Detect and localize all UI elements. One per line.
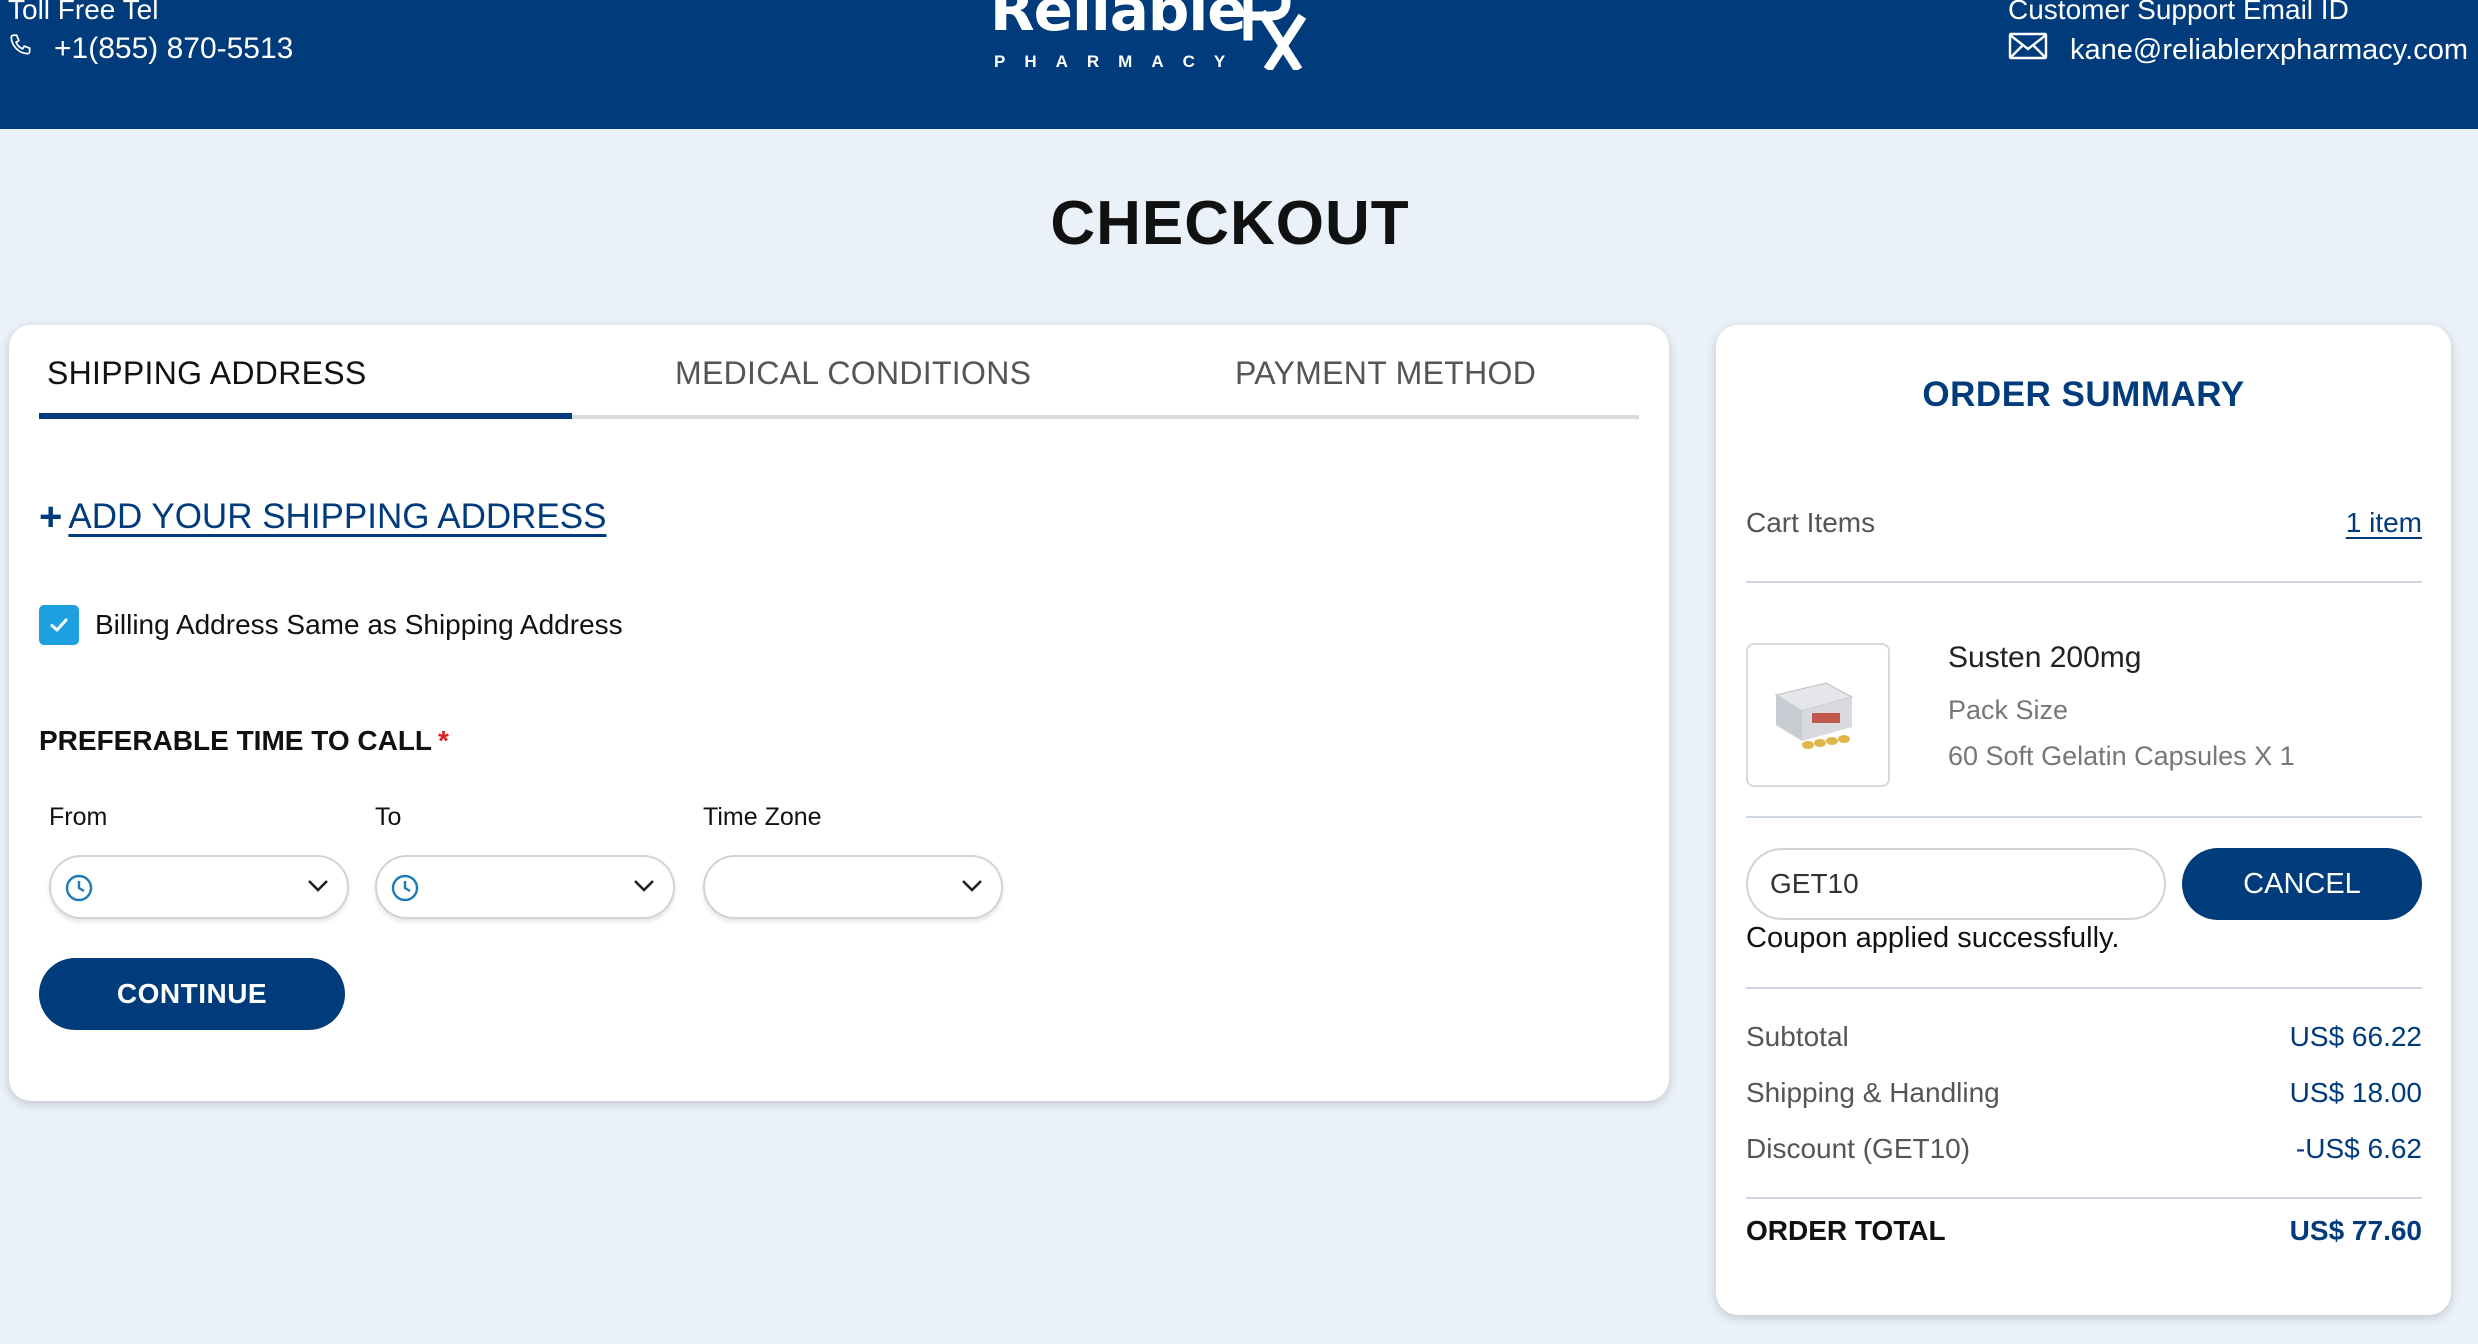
preferable-time-heading: PREFERABLE TIME TO CALL * [39,725,449,757]
discount-value: -US$ 6.62 [2295,1133,2422,1164]
time-zone-label: Time Zone [703,803,822,831]
page-title: CHECKOUT [1050,189,1410,258]
to-label: To [375,803,402,831]
coupon-input[interactable] [1746,848,2166,920]
preferable-time-label: PREFERABLE TIME TO CALL [39,725,433,756]
chevron-down-icon [962,880,982,892]
logo-wordmark: Reliable [990,0,1247,44]
add-shipping-address-link[interactable]: + ADD YOUR SHIPPING ADDRESS [39,497,606,537]
cart-items-row: Cart Items 1 item [1746,507,2422,539]
continue-button[interactable]: CONTINUE [39,958,345,1030]
top-bar: Toll Free Tel +1(855) 870-5513 Reliable … [0,0,2478,129]
chevron-down-icon [634,880,654,892]
time-zone-select[interactable] [703,855,1003,919]
tab-medical-conditions[interactable]: MEDICAL CONDITIONS [675,355,1031,392]
tab-payment-method[interactable]: PAYMENT METHOD [1235,355,1536,392]
divider [1746,1197,2422,1199]
pack-size-value: 60 Soft Gelatin Capsules X 1 [1948,741,2295,771]
clock-icon [391,874,419,902]
required-mark: * [438,725,449,756]
shipping-handling-value: US$ 18.00 [2289,1077,2422,1108]
subtotal-label: Subtotal [1746,1021,1849,1052]
coupon-success-message: Coupon applied successfully. [1746,922,2120,954]
check-icon [50,618,68,632]
order-total-label: ORDER TOTAL [1746,1215,1946,1246]
active-tab-indicator [39,413,572,419]
phone-number[interactable]: +1(855) 870-5513 [54,32,293,66]
email-contact[interactable]: kane@reliablerxpharmacy.com [2008,32,2468,68]
toll-free-label: Toll Free Tel [8,0,159,25]
tab-shipping-address[interactable]: SHIPPING ADDRESS [47,355,367,392]
billing-same-option[interactable]: Billing Address Same as Shipping Address [39,605,623,645]
mail-icon [2008,32,2048,68]
order-summary-title: ORDER SUMMARY [1922,375,2245,414]
order-total-row: ORDER TOTAL US$ 77.60 [1746,1215,2422,1247]
clock-icon [65,874,93,902]
plus-icon: + [39,495,63,539]
billing-same-checkbox[interactable] [39,605,79,645]
from-label: From [49,803,108,831]
product-name: Susten 200mg [1948,641,2142,674]
cancel-coupon-button[interactable]: CANCEL [2182,848,2422,920]
phone-icon [8,32,34,66]
order-summary-card: ORDER SUMMARY Cart Items 1 item Susten 2… [1716,325,2451,1315]
discount-row: Discount (GET10) -US$ 6.62 [1746,1133,2422,1165]
phone-contact[interactable]: +1(855) 870-5513 [8,32,293,66]
discount-label: Discount (GET10) [1746,1133,1971,1164]
billing-same-label: Billing Address Same as Shipping Address [95,609,623,640]
chevron-down-icon [308,880,328,892]
divider [1746,816,2422,818]
add-shipping-address-label: ADD YOUR SHIPPING ADDRESS [68,497,607,536]
support-email[interactable]: kane@reliablerxpharmacy.com [2070,34,2468,67]
logo-rx-mark [1243,0,1307,70]
from-time-select[interactable] [49,855,349,919]
site-logo[interactable]: Reliable PHARMACY [990,0,1320,80]
pack-size-label: Pack Size [1948,695,2069,725]
product-image[interactable] [1746,643,1890,787]
logo-subtitle: PHARMACY [994,52,1245,71]
cart-items-count-link[interactable]: 1 item [2346,507,2422,539]
subtotal-row: Subtotal US$ 66.22 [1746,1021,2422,1053]
divider [1746,987,2422,989]
divider [1746,581,2422,583]
subtotal-value: US$ 66.22 [2289,1021,2422,1052]
support-email-label: Customer Support Email ID [2008,0,2349,25]
checkout-steps-card: SHIPPING ADDRESS MEDICAL CONDITIONS PAYM… [9,325,1669,1101]
shipping-handling-label: Shipping & Handling [1746,1077,2000,1108]
to-time-select[interactable] [375,855,675,919]
shipping-handling-row: Shipping & Handling US$ 18.00 [1746,1077,2422,1109]
cart-items-label: Cart Items [1746,507,1876,538]
checkout-tabs: SHIPPING ADDRESS MEDICAL CONDITIONS PAYM… [39,325,1639,419]
order-total-value: US$ 77.60 [2289,1215,2422,1246]
